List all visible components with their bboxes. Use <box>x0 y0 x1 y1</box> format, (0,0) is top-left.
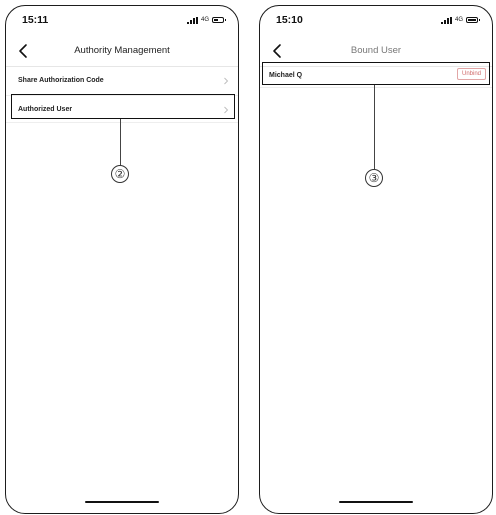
status-time: 15:11 <box>22 14 49 26</box>
home-indicator <box>339 500 413 503</box>
callout-line <box>374 85 375 169</box>
home-indicator <box>85 500 159 503</box>
status-indicators: 4G <box>440 15 480 25</box>
status-indicators: 4G <box>186 15 226 25</box>
nav-bar: Authority Management <box>6 36 238 67</box>
status-bar: 15:11 4G <box>6 6 238 36</box>
status-time: 15:10 <box>276 14 303 26</box>
page-title: Authority Management <box>74 45 170 56</box>
row-label: Share Authorization Code <box>18 77 104 84</box>
signal-icon <box>440 16 452 24</box>
phone-screen-authority-management: 15:11 4G Authority Management Share Auth… <box>5 5 239 514</box>
chevron-right-icon <box>224 77 229 85</box>
signal-icon <box>186 16 198 24</box>
callout-number-2: ② <box>111 165 129 183</box>
status-bar: 15:10 4G <box>260 6 492 36</box>
highlight-box <box>11 94 235 119</box>
share-authorization-code-row[interactable]: Share Authorization Code <box>6 66 238 96</box>
callout-line <box>120 119 121 165</box>
page-title: Bound User <box>350 45 402 56</box>
network-type: 4G <box>454 17 463 23</box>
callout-number-3: ③ <box>365 169 383 187</box>
phone-screen-bound-user: 15:10 4G Bound User Michael Q Unbind ③ <box>259 5 493 514</box>
highlight-box <box>262 62 490 85</box>
battery-icon <box>212 17 226 23</box>
battery-icon <box>466 17 480 23</box>
network-type: 4G <box>200 17 209 23</box>
